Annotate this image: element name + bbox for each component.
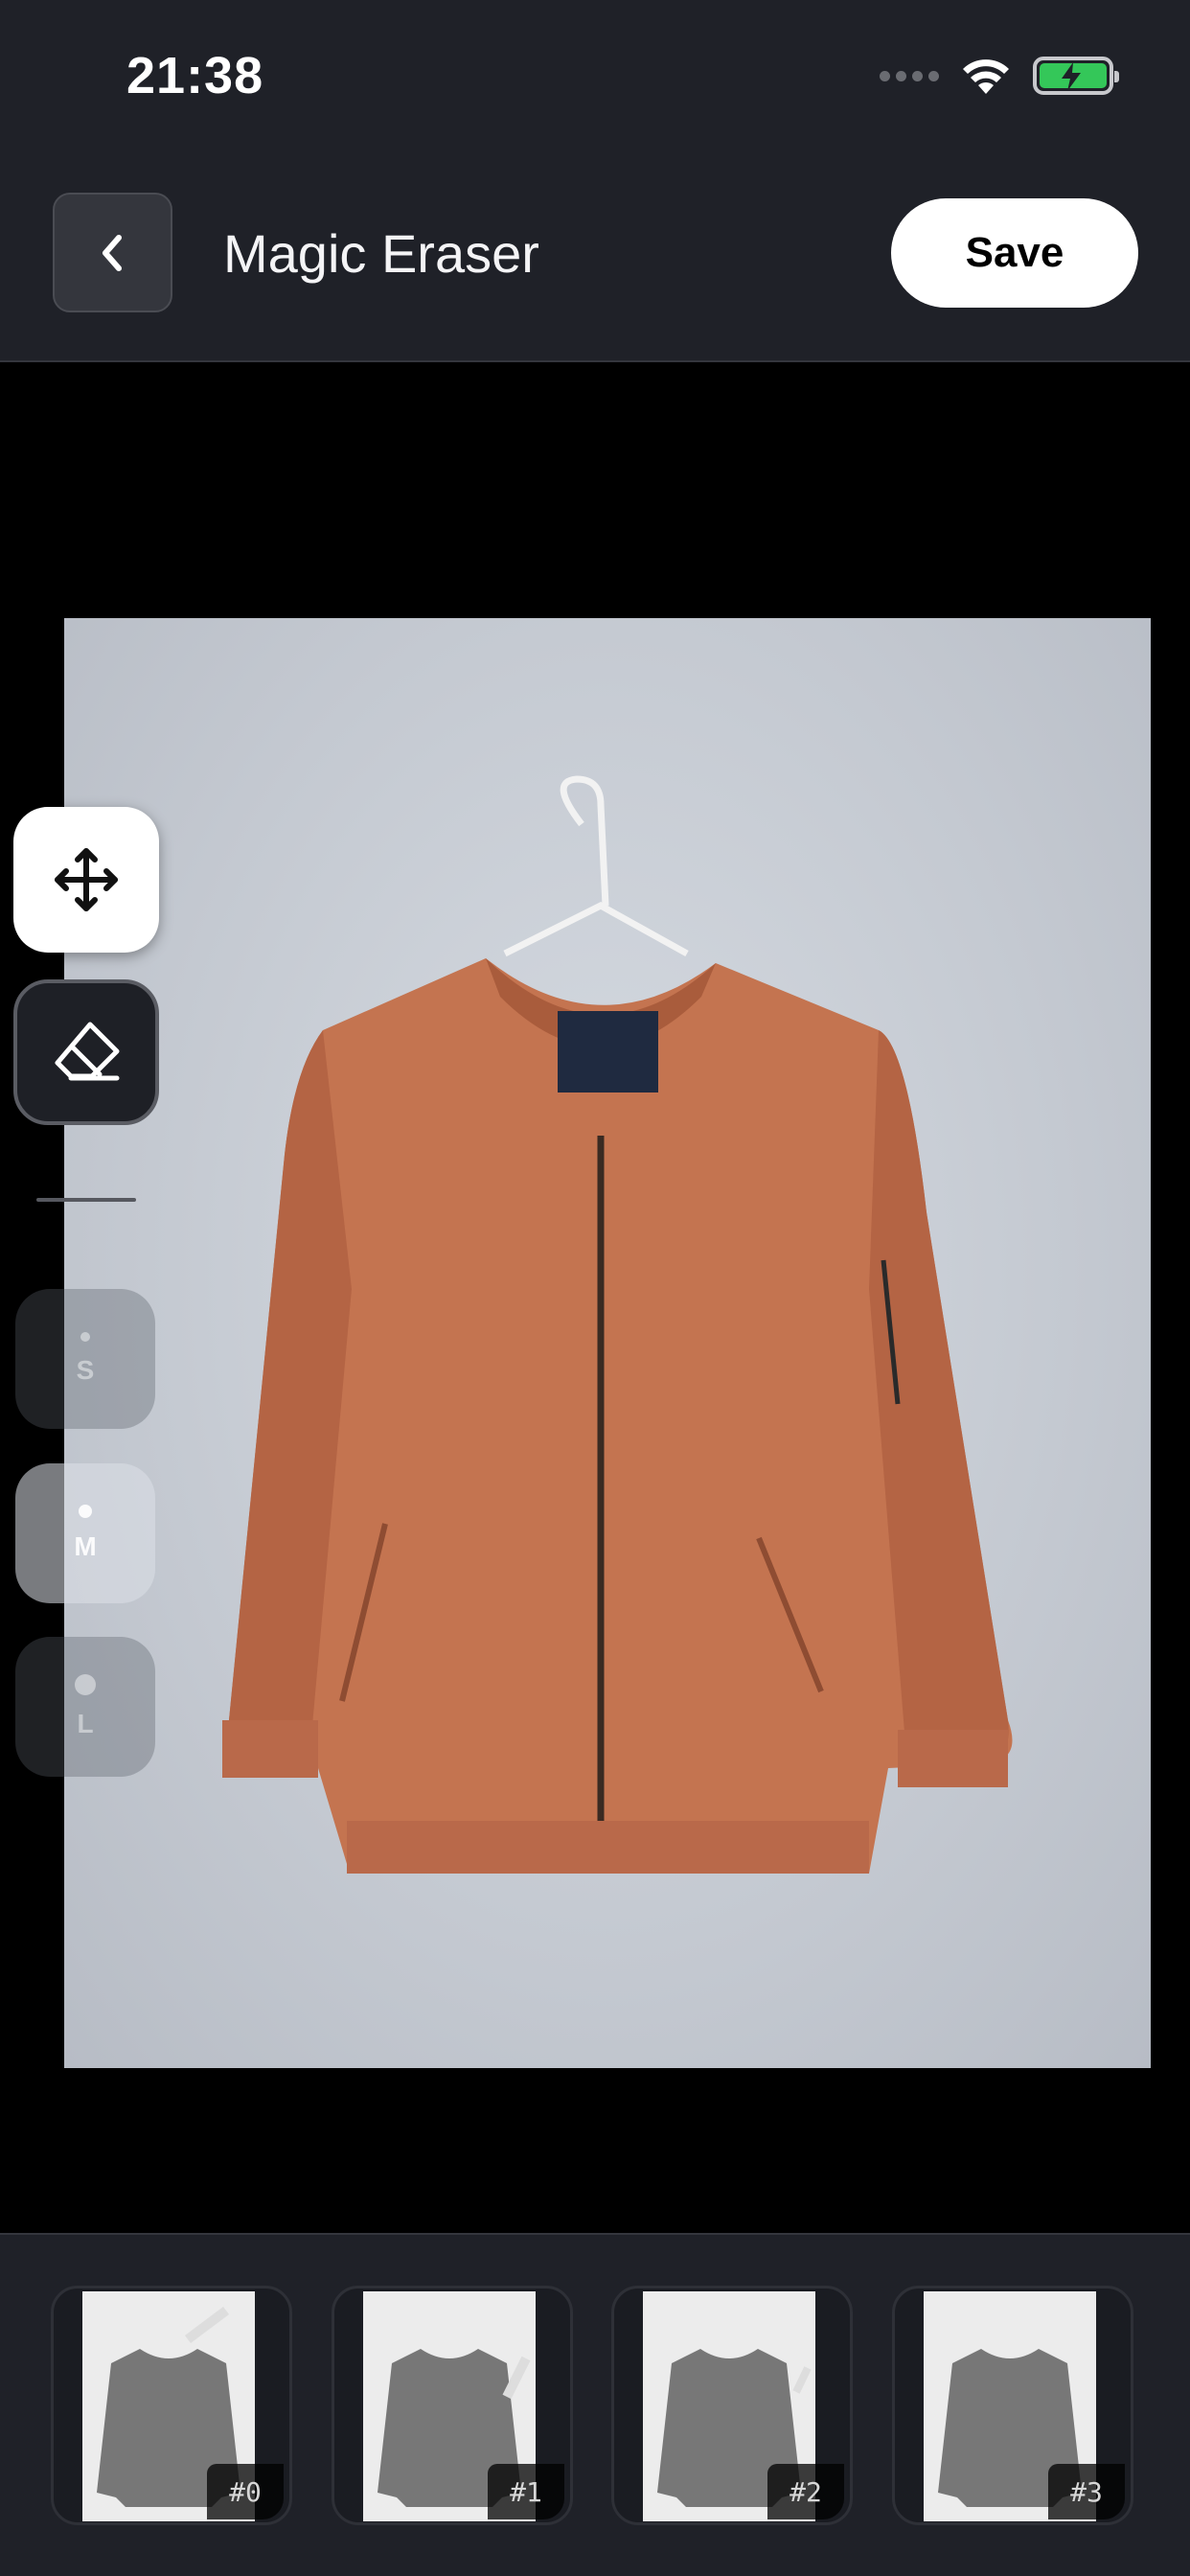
- move-tool-button[interactable]: [13, 807, 159, 953]
- history-label: #0: [207, 2464, 284, 2519]
- brush-size-medium[interactable]: M: [15, 1463, 155, 1603]
- brush-dot-icon: [75, 1674, 96, 1695]
- move-arrows-icon: [55, 848, 118, 911]
- brush-size-small[interactable]: S: [15, 1289, 155, 1429]
- history-thumbnail-1[interactable]: #1: [332, 2286, 573, 2525]
- status-icons: [880, 56, 1119, 96]
- save-button[interactable]: Save: [891, 198, 1138, 308]
- jacket-photo: [222, 775, 1013, 1874]
- wifi-icon: [963, 59, 1009, 94]
- history-thumbnail-0[interactable]: #0: [51, 2286, 292, 2525]
- brush-size-large[interactable]: L: [15, 1637, 155, 1777]
- status-time: 21:38: [126, 47, 264, 104]
- brush-size-label: L: [77, 1709, 94, 1738]
- history-label: #2: [767, 2464, 844, 2519]
- eraser-tool-button[interactable]: [13, 979, 159, 1125]
- top-bar: 21:38 Magic Eraser Save: [0, 0, 1190, 362]
- chevron-left-icon: [102, 234, 122, 271]
- eraser-icon: [55, 1022, 120, 1081]
- battery-charging-icon: [1033, 57, 1119, 95]
- history-thumbnail-2[interactable]: #2: [611, 2286, 853, 2525]
- brush-size-label: S: [76, 1355, 95, 1385]
- edit-photo[interactable]: [64, 618, 1151, 2068]
- history-thumbnail-3[interactable]: #3: [892, 2286, 1133, 2525]
- signal-icon: [880, 70, 939, 81]
- tool-divider: [36, 1198, 136, 1202]
- history-label: #3: [1048, 2464, 1125, 2519]
- brush-dot-icon: [79, 1505, 92, 1518]
- page-title: Magic Eraser: [223, 223, 539, 284]
- back-button[interactable]: [53, 193, 172, 312]
- brush-size-label: M: [74, 1531, 97, 1561]
- brush-dot-icon: [80, 1332, 90, 1342]
- history-label: #1: [488, 2464, 564, 2519]
